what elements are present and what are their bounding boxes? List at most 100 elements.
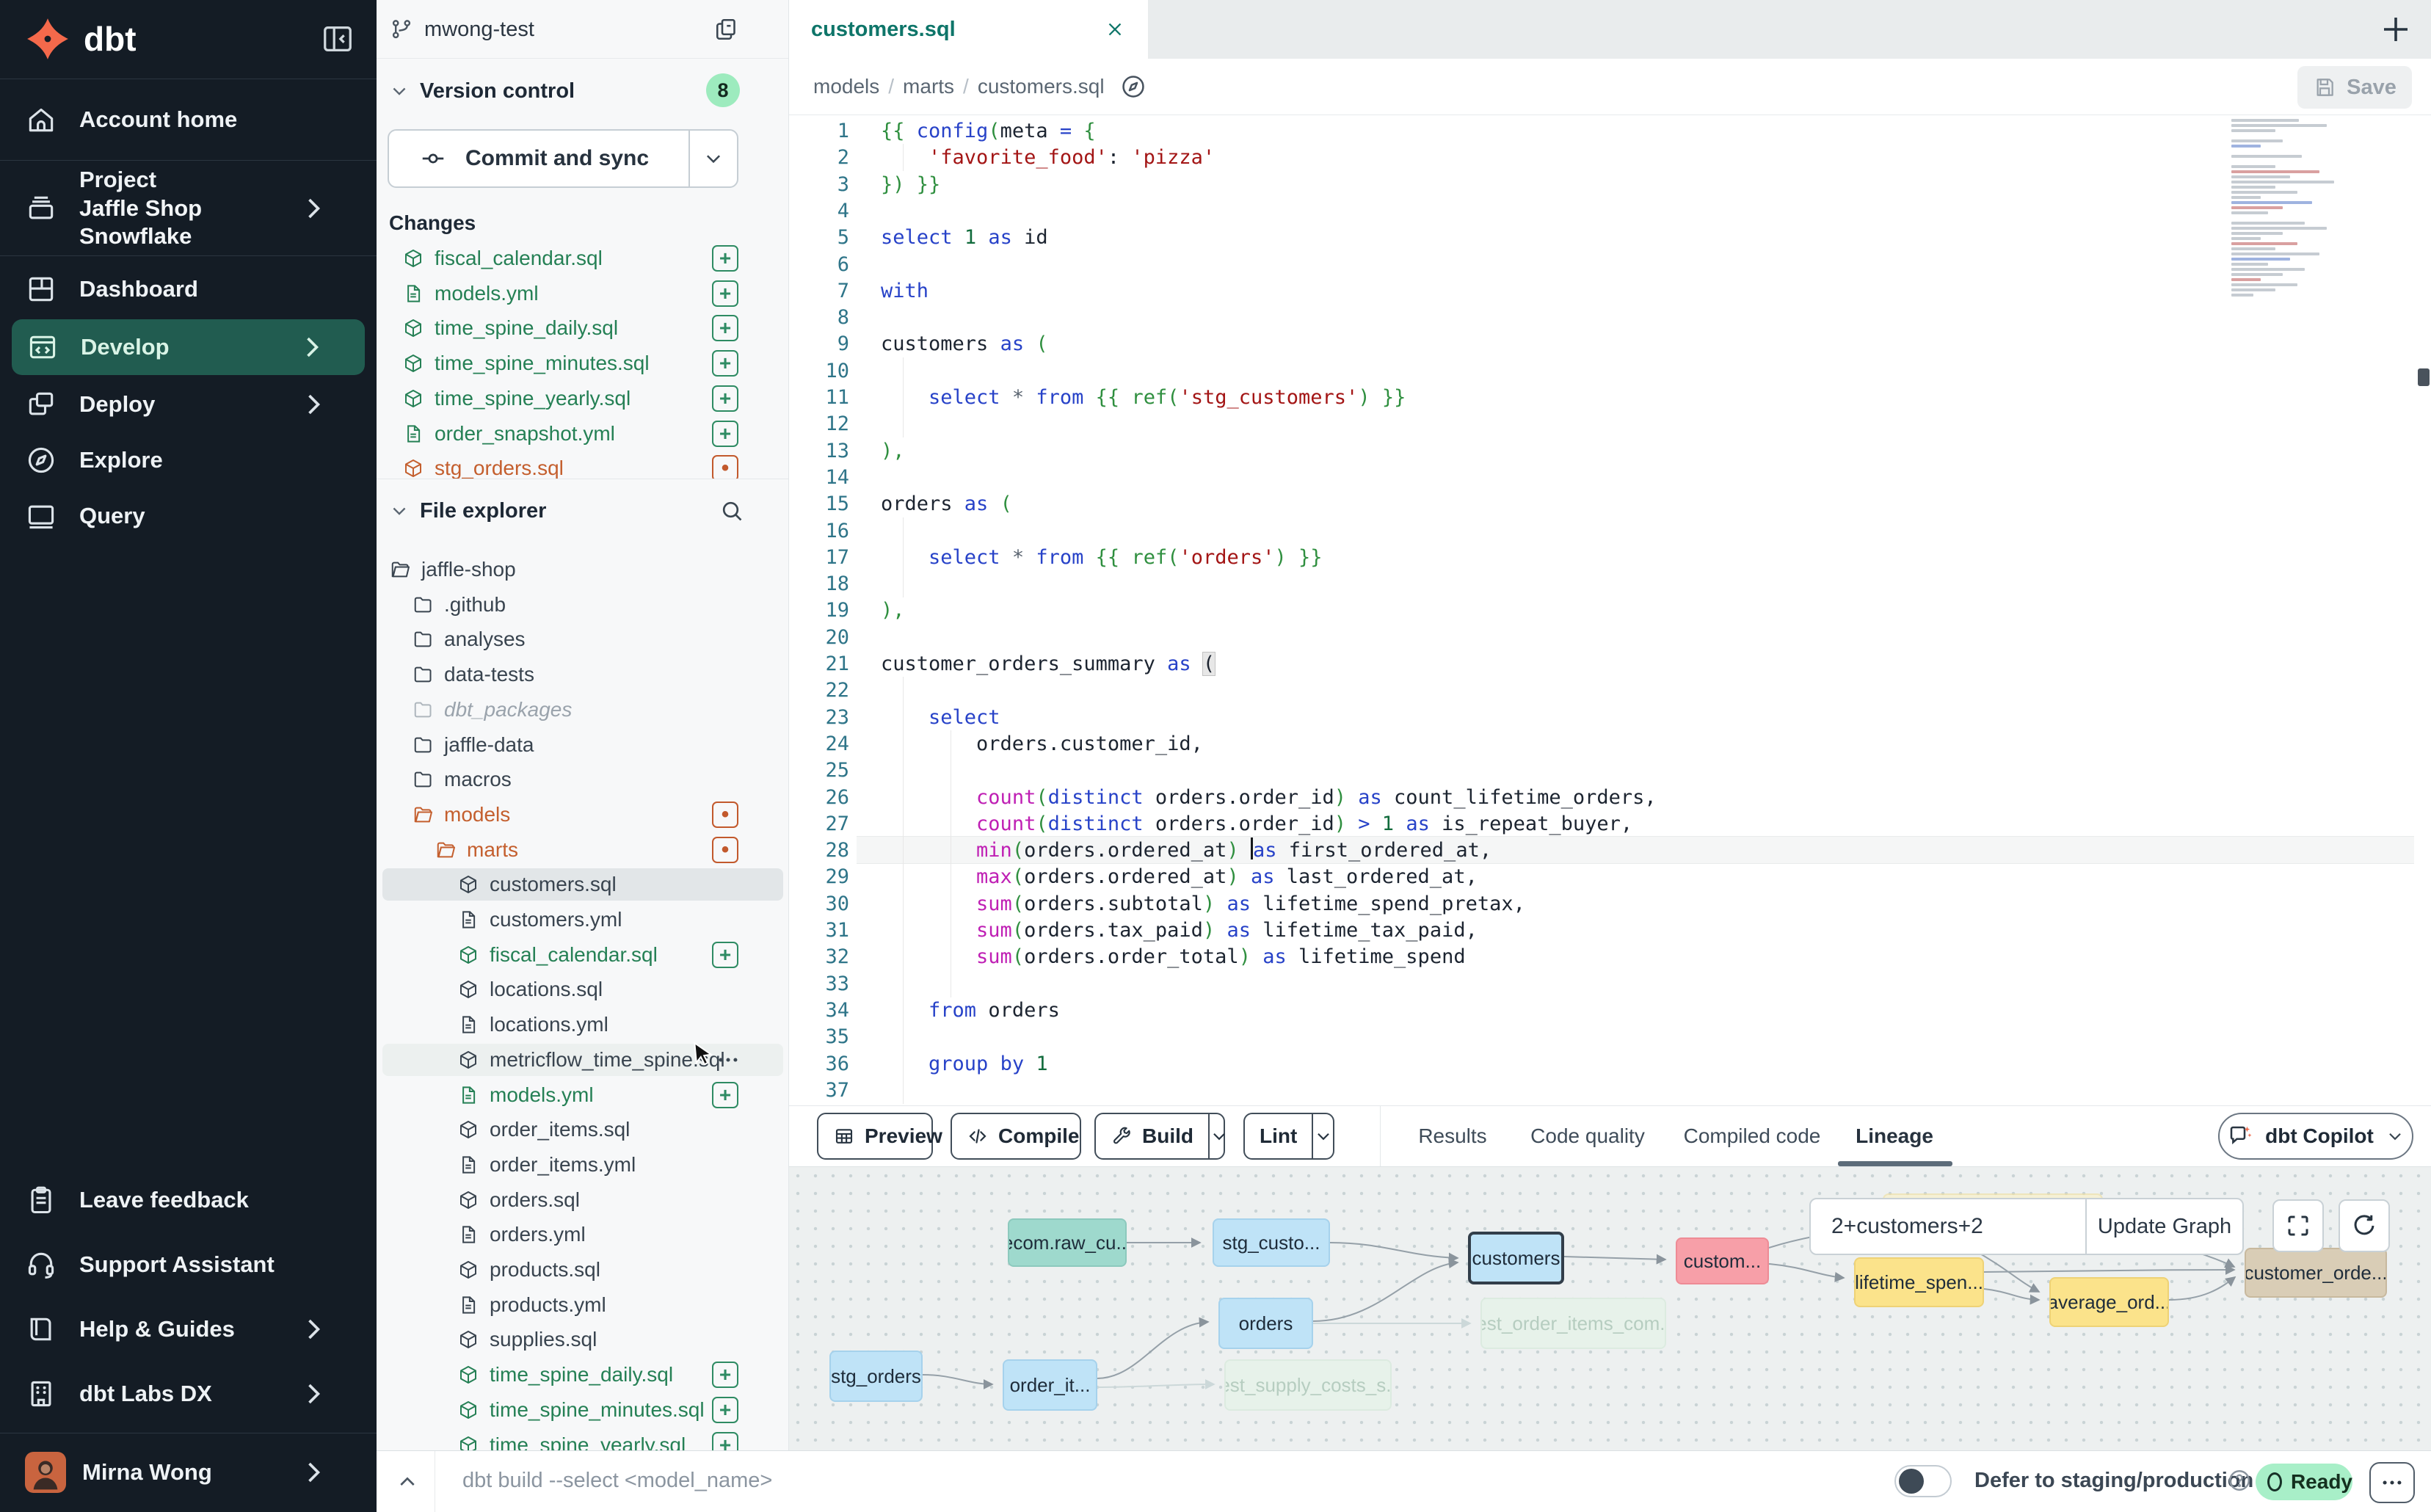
stage-plus-badge[interactable]: +: [712, 1362, 738, 1388]
code-line[interactable]: 29 max(orders.ordered_at) as last_ordere…: [789, 863, 2431, 890]
code-line[interactable]: 11 select * from {{ ref('stg_customers')…: [789, 384, 2431, 411]
preview-button[interactable]: Preview: [817, 1113, 933, 1160]
lineage-node-test-order-items-com[interactable]: test_order_items_com...: [1480, 1298, 1666, 1349]
search-icon[interactable]: [719, 498, 745, 524]
lineage-node-ecom-raw-cu[interactable]: ecom.raw_cu...: [1008, 1218, 1127, 1267]
change-row-stg-orders-sql[interactable]: stg_orders.sql•: [377, 451, 789, 479]
lineage-node-custom[interactable]: custom...: [1676, 1237, 1769, 1284]
tree-item-locations-yml[interactable]: locations.yml: [377, 1007, 789, 1042]
tree-item-time-spine-daily-sql[interactable]: time_spine_daily.sql+: [377, 1357, 789, 1392]
code-line[interactable]: 25: [789, 757, 2431, 784]
lineage-node-customer-orde[interactable]: customer_orde...: [2245, 1248, 2387, 1298]
status-badge[interactable]: Ready: [2256, 1464, 2352, 1500]
tree-item-metricflow-time-spine-sql[interactable]: metricflow_time_spine.sql: [377, 1042, 789, 1077]
code-line[interactable]: 8: [789, 304, 2431, 331]
sidebar-item-query[interactable]: Query: [0, 488, 377, 544]
tree-item-models[interactable]: models•: [377, 797, 789, 832]
code-line[interactable]: 13),: [789, 437, 2431, 465]
minimap[interactable]: [2231, 119, 2358, 311]
lineage-node-order-it[interactable]: order_it...: [1003, 1359, 1097, 1411]
code-line[interactable]: 22: [789, 677, 2431, 704]
code-line[interactable]: 16: [789, 517, 2431, 545]
fullscreen-button[interactable]: [2272, 1199, 2324, 1252]
tree-item-products-sql[interactable]: products.sql: [377, 1252, 789, 1287]
lineage-node-customers[interactable]: customers: [1468, 1232, 1564, 1284]
change-row-fiscal-calendar-sql[interactable]: fiscal_calendar.sql+: [377, 241, 789, 276]
tab-lineage[interactable]: Lineage: [1839, 1106, 1950, 1166]
tree-item-customers-sql[interactable]: customers.sql: [377, 867, 789, 902]
code-line[interactable]: 1{{ config(meta = {: [789, 117, 2431, 145]
code-line[interactable]: 28 min(orders.ordered_at) as first_order…: [789, 837, 2431, 864]
change-row-time-spine-yearly-sql[interactable]: time_spine_yearly.sql+: [377, 381, 789, 416]
tab-customers-sql[interactable]: customers.sql: [789, 0, 1148, 59]
code-line[interactable]: 26 count(distinct orders.order_id) as co…: [789, 784, 2431, 811]
build-button[interactable]: Build: [1094, 1113, 1225, 1160]
tree-item-models-yml[interactable]: models.yml+: [377, 1077, 789, 1113]
tree-item-customers-yml[interactable]: customers.yml: [377, 902, 789, 937]
sidebar-item-dashboard[interactable]: Dashboard: [0, 261, 377, 317]
code-line[interactable]: 23 select: [789, 704, 2431, 731]
tab-compiled-code[interactable]: Compiled code: [1661, 1106, 1843, 1166]
code-line[interactable]: 24 orders.customer_id,: [789, 730, 2431, 757]
change-row-time-spine-daily-sql[interactable]: time_spine_daily.sql+: [377, 310, 789, 346]
code-line[interactable]: 4: [789, 197, 2431, 225]
explore-compass-icon[interactable]: [1119, 73, 1147, 101]
lineage-graph[interactable]: count_lifetim...ecom.raw_cu...stg_custo.…: [789, 1167, 2431, 1450]
code-line[interactable]: 19),: [789, 597, 2431, 624]
tree-item-supplies-sql[interactable]: supplies.sql: [377, 1322, 789, 1357]
code-line[interactable]: 33: [789, 970, 2431, 997]
code-line[interactable]: 18: [789, 570, 2431, 597]
breadcrumb-models[interactable]: models: [813, 75, 879, 98]
code-line[interactable]: 3}) }}: [789, 171, 2431, 198]
code-line[interactable]: 12: [789, 410, 2431, 437]
code-line[interactable]: 10: [789, 357, 2431, 385]
scrollbar-thumb[interactable]: [2418, 368, 2430, 386]
sidebar-item-account-home[interactable]: Account home: [0, 92, 377, 148]
tree-item-orders-yml[interactable]: orders.yml: [377, 1217, 789, 1252]
tree-item-locations-sql[interactable]: locations.sql: [377, 972, 789, 1007]
code-line[interactable]: 15orders as (: [789, 490, 2431, 517]
stage-plus-badge[interactable]: +: [712, 280, 738, 307]
tree-item-jaffle-shop[interactable]: jaffle-shop: [377, 552, 789, 587]
new-tab-icon[interactable]: [2378, 12, 2413, 47]
change-row-order-snapshot-yml[interactable]: order_snapshot.yml+: [377, 416, 789, 451]
tree-item-time-spine-minutes-sql[interactable]: time_spine_minutes.sql+: [377, 1392, 789, 1428]
code-line[interactable]: 30 sum(orders.subtotal) as lifetime_spen…: [789, 890, 2431, 917]
modified-dot-badge[interactable]: •: [712, 802, 738, 828]
change-row-time-spine-minutes-sql[interactable]: time_spine_minutes.sql+: [377, 346, 789, 381]
tree-item-marts[interactable]: marts•: [377, 832, 789, 868]
code-line[interactable]: 17 select * from {{ ref('orders') }}: [789, 544, 2431, 571]
lineage-selector-input[interactable]: 2+customers+2 Update Graph: [1809, 1198, 2244, 1255]
lint-button[interactable]: Lint: [1243, 1113, 1334, 1160]
code-line[interactable]: 36 group by 1: [789, 1050, 2431, 1077]
sidebar-item-develop[interactable]: Develop: [12, 319, 365, 375]
sidebar-collapse-icon[interactable]: [321, 22, 355, 56]
lint-dropdown[interactable]: [1312, 1114, 1333, 1158]
sidebar-item-help-guides[interactable]: Help & Guides: [0, 1301, 377, 1357]
code-line[interactable]: 27 count(distinct orders.order_id) > 1 a…: [789, 810, 2431, 837]
tab-code-quality[interactable]: Code quality: [1502, 1106, 1673, 1166]
code-line[interactable]: 20: [789, 624, 2431, 651]
stage-plus-badge[interactable]: +: [712, 421, 738, 447]
build-dropdown[interactable]: [1208, 1114, 1229, 1158]
code-line[interactable]: 14: [789, 464, 2431, 491]
lineage-node-stg-custo[interactable]: stg_custo...: [1213, 1218, 1330, 1267]
change-row-models-yml[interactable]: models.yml+: [377, 276, 789, 311]
save-button[interactable]: Save: [2297, 66, 2412, 109]
command-input[interactable]: dbt build --select <model_name>: [462, 1469, 772, 1493]
lineage-node-lifetime-spen[interactable]: lifetime_spen...: [1854, 1257, 1984, 1307]
refresh-button[interactable]: [2339, 1199, 2390, 1252]
sidebar-item-deploy[interactable]: Deploy: [0, 377, 377, 432]
more-options-button[interactable]: [2369, 1462, 2415, 1503]
tree-item-order-items-sql[interactable]: order_items.sql: [377, 1112, 789, 1147]
stage-plus-badge[interactable]: +: [712, 1397, 738, 1423]
sidebar-item-user[interactable]: Mirna Wong: [0, 1440, 377, 1505]
code-line[interactable]: 31 sum(orders.tax_paid) as lifetime_tax_…: [789, 917, 2431, 944]
sidebar-item-dbt-labs-dx[interactable]: dbt Labs DX: [0, 1366, 377, 1422]
tree-item-jaffle-data[interactable]: jaffle-data: [377, 727, 789, 763]
tree-item-products-yml[interactable]: products.yml: [377, 1287, 789, 1323]
tab-results[interactable]: Results: [1397, 1106, 1508, 1166]
tree-item-time-spine-yearly-sql[interactable]: time_spine_yearly.sql+: [377, 1428, 789, 1451]
stage-plus-badge[interactable]: +: [712, 350, 738, 377]
code-line[interactable]: 35: [789, 1023, 2431, 1050]
